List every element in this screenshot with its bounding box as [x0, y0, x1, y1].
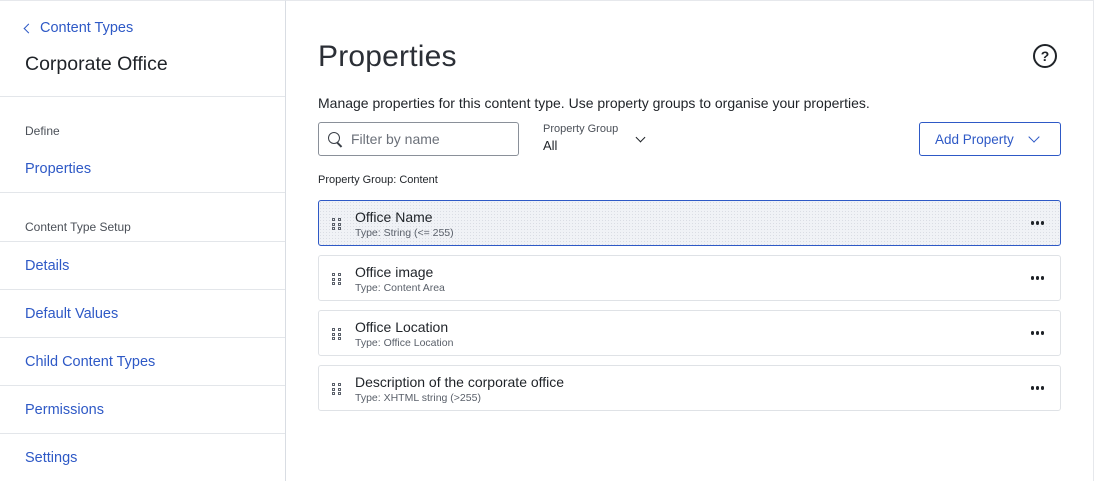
more-options-icon[interactable] [1030, 276, 1044, 280]
sidebar: Content Types Corporate Office Define Pr… [0, 0, 286, 481]
property-name: Office Name [355, 209, 433, 225]
more-options-icon[interactable] [1030, 221, 1044, 225]
add-property-label: Add Property [935, 131, 1014, 147]
drag-handle-icon[interactable] [332, 218, 341, 230]
more-options-icon[interactable] [1030, 386, 1044, 390]
property-type: Type: String (<= 255) [355, 227, 454, 239]
sidebar-item-child-content-types[interactable]: Child Content Types [25, 354, 155, 370]
drag-handle-icon[interactable] [332, 328, 341, 340]
section-content-type-setup: Content Type Setup [25, 220, 131, 234]
divider [0, 385, 285, 386]
property-group-label: Property Group [543, 123, 619, 135]
sidebar-item-settings[interactable]: Settings [25, 450, 77, 466]
add-property-button[interactable]: Add Property [919, 122, 1061, 156]
sidebar-item-default-values[interactable]: Default Values [25, 306, 118, 322]
filter-field[interactable] [318, 122, 519, 156]
divider [0, 337, 285, 338]
property-row-description[interactable]: Description of the corporate office Type… [318, 365, 1061, 411]
sidebar-item-properties[interactable]: Properties [25, 161, 91, 177]
property-name: Description of the corporate office [355, 374, 565, 390]
chevron-down-icon [635, 132, 646, 143]
page-title: Properties [318, 40, 457, 73]
property-type: Type: XHTML string (>255) [355, 392, 481, 404]
section-define: Define [25, 124, 60, 138]
back-link-label: Content Types [40, 20, 134, 36]
chevron-left-icon [23, 23, 34, 34]
divider [0, 241, 285, 242]
filter-input[interactable] [351, 131, 511, 147]
property-row-office-image[interactable]: Office image Type: Content Area [318, 255, 1061, 301]
page-description: Manage properties for this content type.… [318, 95, 870, 111]
property-name: Office Location [355, 319, 449, 335]
property-group-heading: Property Group: Content [318, 174, 438, 186]
property-row-office-name[interactable]: Office Name Type: String (<= 255) [318, 200, 1061, 246]
sidebar-item-permissions[interactable]: Permissions [25, 402, 104, 418]
more-options-icon[interactable] [1030, 331, 1044, 335]
property-name: Office image [355, 264, 434, 280]
property-group-select[interactable]: Property Group All [543, 123, 646, 153]
content-type-title: Corporate Office [25, 53, 168, 75]
chevron-down-icon [1028, 131, 1040, 143]
drag-handle-icon[interactable] [332, 273, 341, 285]
divider [0, 96, 285, 97]
search-icon [328, 131, 343, 147]
divider [0, 192, 285, 193]
property-type: Type: Content Area [355, 282, 445, 294]
main-panel: Properties ? Manage properties for this … [286, 0, 1094, 481]
help-glyph: ? [1040, 48, 1050, 64]
back-to-content-types-link[interactable]: Content Types [23, 20, 134, 36]
divider [0, 289, 285, 290]
property-type: Type: Office Location [355, 337, 454, 349]
sidebar-item-details[interactable]: Details [25, 258, 69, 274]
property-row-office-location[interactable]: Office Location Type: Office Location [318, 310, 1061, 356]
divider [0, 433, 285, 434]
property-group-value: All [543, 138, 558, 153]
drag-handle-icon[interactable] [332, 383, 341, 395]
help-icon[interactable]: ? [1033, 44, 1057, 68]
